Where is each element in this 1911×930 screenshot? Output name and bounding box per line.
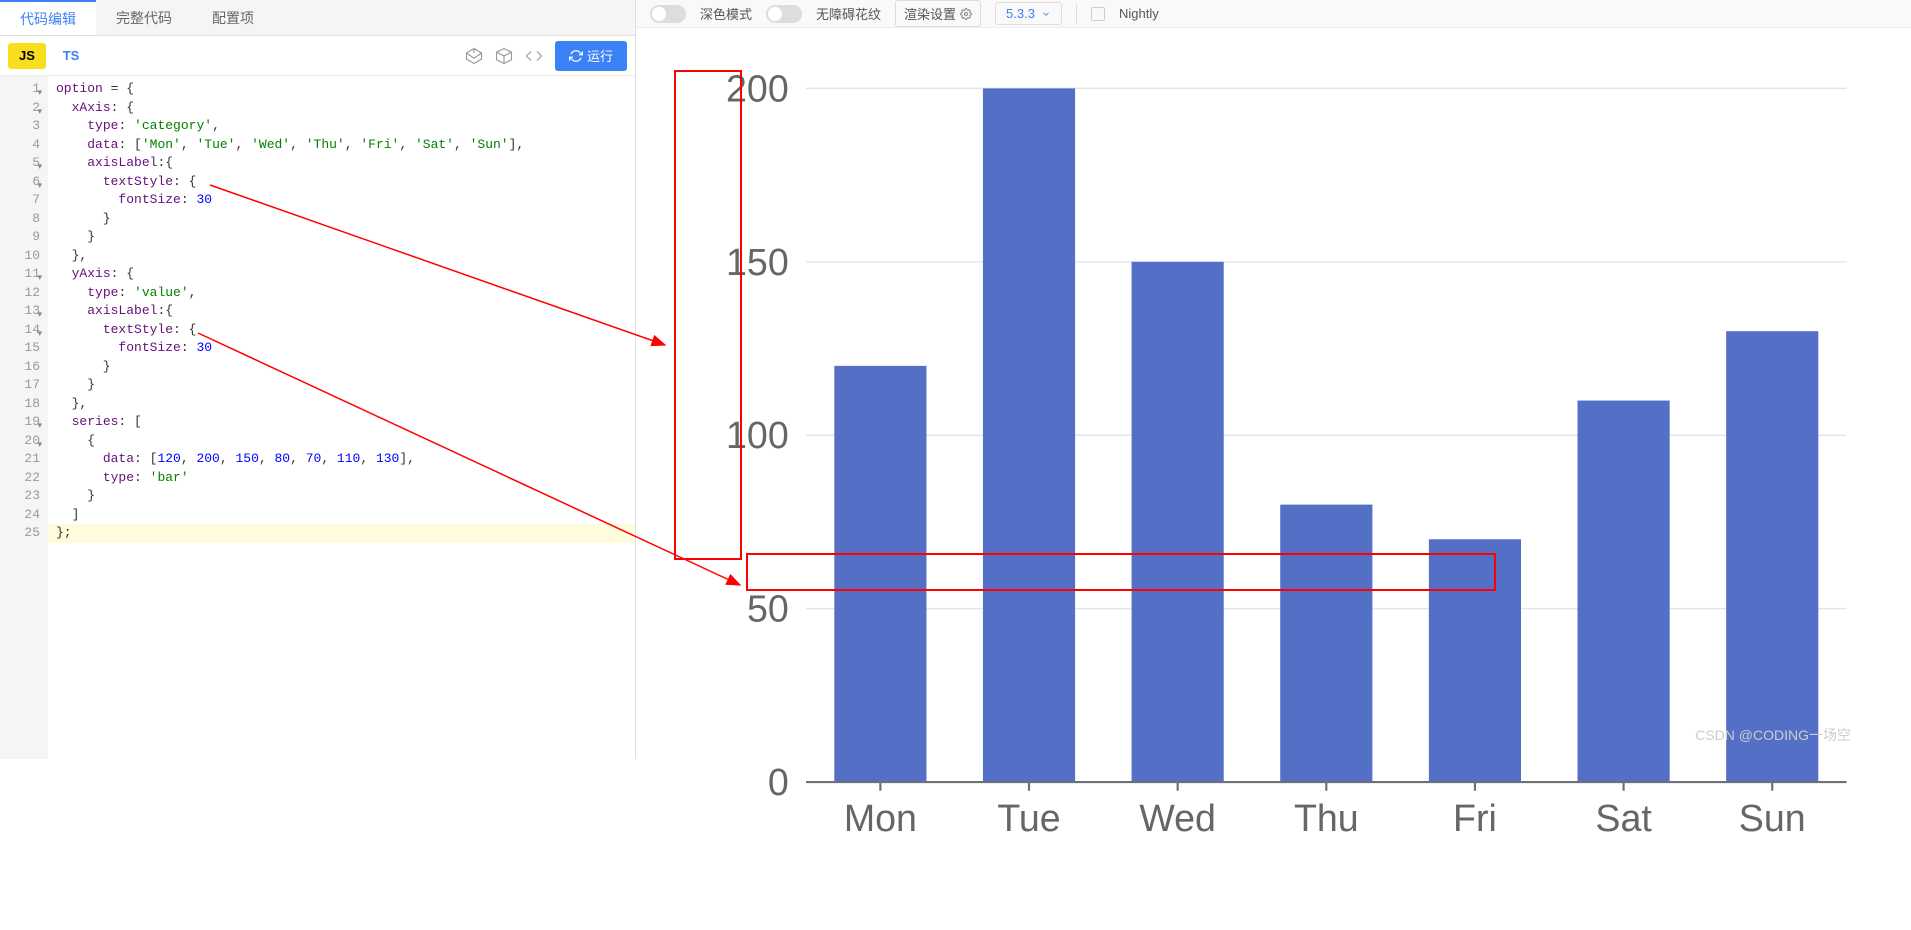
a11y-label: 无障碍花纹: [816, 4, 881, 23]
code-editor[interactable]: 1▾2▾345▾6▾7891011▾1213▾14▾1516171819▾20▾…: [0, 76, 635, 759]
svg-text:Sun: Sun: [1739, 797, 1806, 839]
version-select[interactable]: 5.3.3: [995, 2, 1062, 25]
run-button-label: 运行: [587, 46, 613, 65]
code-content[interactable]: option = { xAxis: { type: 'category', da…: [48, 76, 635, 759]
divider: [1076, 4, 1077, 24]
line-gutter: 1▾2▾345▾6▾7891011▾1213▾14▾1516171819▾20▾…: [0, 76, 48, 759]
lang-ts-button[interactable]: TS: [52, 43, 90, 69]
svg-text:200: 200: [726, 67, 789, 109]
language-toolbar: JS TS 运行: [0, 36, 635, 76]
preview-toolbar: 深色模式 无障碍花纹 渲染设置 5.3.3 Nightly: [636, 0, 1911, 28]
dark-mode-toggle[interactable]: [650, 5, 686, 23]
version-label: 5.3.3: [1006, 6, 1035, 21]
code-icon[interactable]: [519, 41, 549, 71]
editor-panel: 代码编辑 完整代码 配置项 JS TS 运行 1▾2▾345▾6▾7891011…: [0, 0, 636, 759]
nightly-label: Nightly: [1119, 6, 1159, 21]
svg-text:Tue: Tue: [997, 797, 1060, 839]
tab-code-edit[interactable]: 代码编辑: [0, 0, 96, 35]
svg-text:0: 0: [768, 761, 789, 803]
run-button[interactable]: 运行: [555, 41, 627, 71]
svg-text:100: 100: [726, 414, 789, 456]
watermark: CSDN @CODING一场空: [1695, 725, 1851, 745]
chart-container: 0 50 100 150 200 Mon Tue Wed Thu Fri Sat Sun: [636, 28, 1911, 930]
svg-text:150: 150: [726, 241, 789, 283]
svg-text:Fri: Fri: [1453, 797, 1497, 839]
editor-tabs: 代码编辑 完整代码 配置项: [0, 0, 635, 36]
dark-mode-label: 深色模式: [700, 4, 752, 23]
tab-full-code[interactable]: 完整代码: [96, 0, 192, 35]
bar-chart: 0 50 100 150 200 Mon Tue Wed Thu Fri Sat Sun: [676, 58, 1861, 870]
svg-text:Wed: Wed: [1139, 797, 1216, 839]
a11y-toggle[interactable]: [766, 5, 802, 23]
preview-panel: 深色模式 无障碍花纹 渲染设置 5.3.3 Nightly 0501001502…: [636, 0, 1911, 759]
render-settings-label: 渲染设置: [904, 4, 956, 23]
svg-text:Thu: Thu: [1294, 797, 1359, 839]
cube-icon[interactable]: [489, 41, 519, 71]
chevron-down-icon: [1041, 9, 1051, 19]
refresh-icon: [569, 49, 583, 63]
svg-text:Sat: Sat: [1595, 797, 1652, 839]
codepen-icon[interactable]: [459, 41, 489, 71]
render-settings-button[interactable]: 渲染设置: [895, 0, 981, 27]
nightly-checkbox[interactable]: [1091, 7, 1105, 21]
gear-icon: [960, 8, 972, 20]
svg-text:50: 50: [747, 588, 789, 630]
svg-text:Mon: Mon: [844, 797, 917, 839]
lang-js-button[interactable]: JS: [8, 43, 46, 69]
tab-config[interactable]: 配置项: [192, 0, 274, 35]
